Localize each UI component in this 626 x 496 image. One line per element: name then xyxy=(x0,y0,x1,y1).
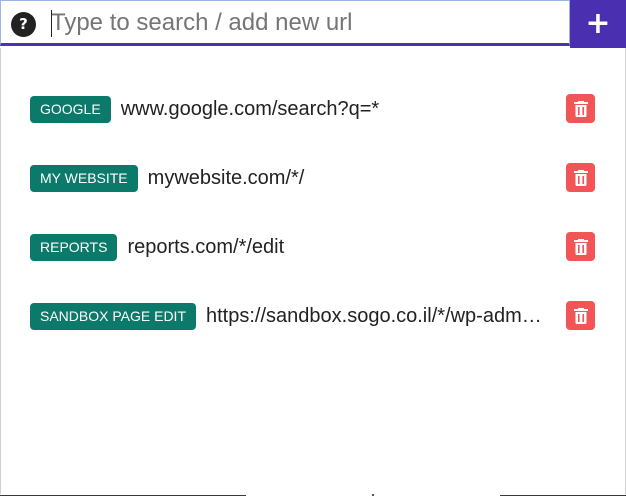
trash-icon xyxy=(573,307,588,324)
url-pattern[interactable]: https://sandbox.sogo.co.il/*/wp-adm… xyxy=(206,305,551,328)
search-input[interactable] xyxy=(51,6,561,40)
header-bar: ? + xyxy=(0,0,626,48)
url-pattern[interactable]: mywebsite.com/*/ xyxy=(148,167,493,190)
delete-button[interactable] xyxy=(566,94,595,123)
delete-button[interactable] xyxy=(566,301,595,330)
list-item: MY WEBSITE mywebsite.com/*/ xyxy=(30,163,596,192)
list-item: REPORTS reports.com/*/edit xyxy=(30,232,596,261)
url-label-badge[interactable]: SANDBOX PAGE EDIT xyxy=(30,302,196,330)
url-label-badge[interactable]: REPORTS xyxy=(30,233,118,261)
plus-icon: + xyxy=(585,6,611,41)
question-circle-icon[interactable]: ? xyxy=(11,12,36,37)
trash-icon xyxy=(573,169,588,186)
trash-icon xyxy=(573,100,588,117)
text-caret xyxy=(51,10,52,37)
url-label-badge[interactable]: GOOGLE xyxy=(30,95,111,123)
delete-button[interactable] xyxy=(566,163,595,192)
search-box: ? xyxy=(0,0,570,46)
list-item: GOOGLE www.google.com/search?q=* xyxy=(30,94,596,123)
add-url-button[interactable]: + xyxy=(570,0,626,48)
trash-icon xyxy=(573,238,588,255)
url-label-badge[interactable]: MY WEBSITE xyxy=(30,164,138,192)
url-pattern[interactable]: www.google.com/search?q=* xyxy=(121,98,466,121)
url-pattern[interactable]: reports.com/*/edit xyxy=(127,236,472,259)
delete-button[interactable] xyxy=(566,232,595,261)
list-item: SANDBOX PAGE EDIT https://sandbox.sogo.c… xyxy=(30,301,596,330)
